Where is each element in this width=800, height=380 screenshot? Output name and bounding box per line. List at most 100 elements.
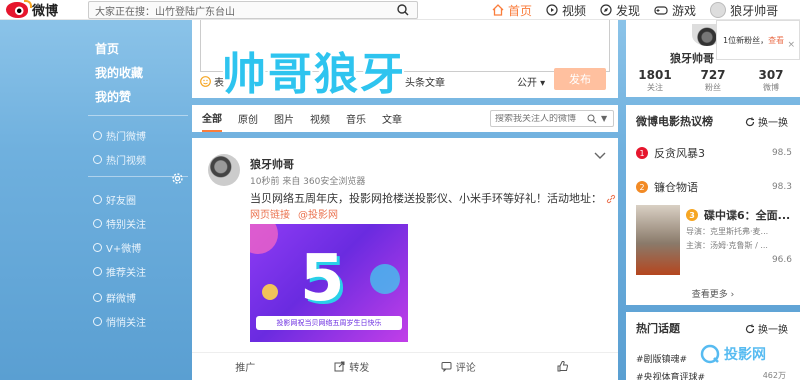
movie-refresh-button[interactable]: 换一换 xyxy=(745,114,788,129)
tab-original[interactable]: 原创 xyxy=(238,105,258,132)
movie-item-featured[interactable]: 3 碟中谍6：全面... 导演：克里斯托弗·麦... 主演：汤姆·克鲁斯 / .… xyxy=(686,207,796,251)
leftnav-hot-video[interactable]: 热门视频 xyxy=(93,152,146,167)
mention-link[interactable]: @投影网 xyxy=(298,206,338,221)
nav-discover[interactable]: 发现 xyxy=(600,2,640,19)
search-icon[interactable] xyxy=(397,4,409,16)
leftnav-group-special[interactable]: 特别关注 xyxy=(93,216,146,231)
publish-scope-dropdown[interactable]: 公开 ▾ xyxy=(517,74,545,89)
leftnav-likes[interactable]: 我的赞 xyxy=(95,88,131,105)
top-bar: 微博 首页 视频 发现 xyxy=(0,0,800,20)
new-follower-notice: 1位新粉丝，查看 × xyxy=(716,20,800,60)
article-tool[interactable]: 头条文章 xyxy=(405,74,445,89)
emoji-tool[interactable]: 表 xyxy=(200,74,224,89)
user-avatar xyxy=(710,2,727,18)
nav-home-label: 首页 xyxy=(508,3,533,18)
search-input[interactable] xyxy=(95,4,385,16)
quiet-icon xyxy=(93,317,102,326)
nav-game[interactable]: 游戏 xyxy=(654,2,696,19)
post-image[interactable]: 5 投影网祝当贝网络五周岁生日快乐 xyxy=(250,224,408,342)
leftnav-group-friends[interactable]: 好友圈 xyxy=(93,192,136,207)
movie-item[interactable]: 2 镰仓物语 98.3 xyxy=(636,179,792,195)
post-author[interactable]: 狼牙帅哥 xyxy=(250,156,294,172)
nav-video[interactable]: 视频 xyxy=(546,2,586,19)
leftnav-group-label: 推荐关注 xyxy=(106,268,146,279)
weibo-logo[interactable]: 微博 xyxy=(6,0,86,19)
recommend-icon xyxy=(93,267,102,276)
publish-label: 发布 xyxy=(569,73,591,86)
scope-label: 公开 xyxy=(517,78,537,89)
tab-video[interactable]: 视频 xyxy=(310,105,330,132)
hot-refresh-button[interactable]: 换一换 xyxy=(745,321,788,336)
chevron-down-icon[interactable]: ▼ xyxy=(601,114,607,123)
promote-label: 推广 xyxy=(235,363,256,374)
tab-music[interactable]: 音乐 xyxy=(346,105,366,132)
hot-topic-item[interactable]: #央视体育评球# xyxy=(636,370,705,380)
repost-button[interactable]: 转发 xyxy=(299,359,406,374)
notice-text: 1位新粉丝， xyxy=(723,36,769,45)
tab-articles[interactable]: 文章 xyxy=(382,105,402,132)
post-body: 当贝网络五周年庆，投影网抢楼送投影仪、小米手环等好礼！活动地址： xyxy=(250,192,602,205)
watermark: 投影网 xyxy=(700,342,800,366)
leftnav-favorites[interactable]: 我的收藏 xyxy=(95,64,143,81)
smiley-icon xyxy=(200,76,211,87)
see-more-link[interactable]: 查看更多 › xyxy=(626,287,800,300)
leftnav-group-vplus[interactable]: V+微博 xyxy=(93,240,142,255)
publish-button[interactable]: 发布 xyxy=(554,68,606,90)
gear-icon[interactable] xyxy=(172,173,183,184)
nav-user[interactable]: 狼牙帅哥 xyxy=(710,2,778,19)
rank-badge: 1 xyxy=(636,147,648,159)
decor-blob xyxy=(370,264,400,294)
hot-topic-item[interactable]: #剧版镇魂# xyxy=(636,352,687,365)
search-box[interactable] xyxy=(88,1,418,19)
movie-poster[interactable] xyxy=(636,205,680,275)
post-avatar[interactable] xyxy=(208,154,240,186)
video-icon xyxy=(546,4,558,16)
post-links: 网页链接 @投影网 xyxy=(250,206,338,221)
hot-video-icon xyxy=(93,155,102,164)
tab-images[interactable]: 图片 xyxy=(274,105,294,132)
comment-label: 评论 xyxy=(455,363,476,374)
article-tool-label: 头条文章 xyxy=(405,78,445,89)
top-nav: 首页 视频 发现 游戏 狼牙帅哥 xyxy=(492,0,792,20)
web-link[interactable]: 网页链接 xyxy=(250,206,290,221)
profile-name[interactable]: 狼牙帅哥 xyxy=(670,50,714,66)
movie-name: 反贪风暴3 xyxy=(654,147,705,160)
movie-name: 镰仓物语 xyxy=(654,181,698,194)
leftnav-home[interactable]: 首页 xyxy=(95,40,119,57)
movie-item[interactable]: 1 反贪风暴3 98.5 xyxy=(636,145,792,161)
refresh-icon xyxy=(745,117,755,126)
feed-tabs: 全部 原创 图片 视频 音乐 文章 ▼ xyxy=(192,105,618,132)
stat-followers[interactable]: 727 粉丝 xyxy=(684,68,742,93)
home-icon xyxy=(492,4,504,16)
leftnav-group-label: V+微博 xyxy=(106,244,142,255)
feed-search[interactable]: ▼ xyxy=(490,110,614,127)
close-icon[interactable]: × xyxy=(787,40,795,50)
repost-icon xyxy=(334,361,345,372)
chevron-down-icon[interactable] xyxy=(594,152,606,160)
tab-all[interactable]: 全部 xyxy=(202,105,222,132)
leftnav-hot-weibo[interactable]: 热门微博 xyxy=(93,128,146,143)
post-meta: 10秒前 来自 360安全浏览器 xyxy=(250,177,366,187)
special-icon xyxy=(93,219,102,228)
stat-following[interactable]: 1801 关注 xyxy=(626,68,684,93)
comment-button[interactable]: 评论 xyxy=(405,359,512,374)
compass-icon xyxy=(600,4,612,16)
movie-score: 98.5 xyxy=(771,148,792,158)
nav-home[interactable]: 首页 xyxy=(492,2,532,19)
leftnav-group-label: 特别关注 xyxy=(106,220,146,231)
decor-blob xyxy=(262,284,278,300)
leftnav-group-quiet[interactable]: 悄悄关注 xyxy=(93,314,146,329)
stat-label: 关注 xyxy=(647,83,663,92)
stat-posts[interactable]: 307 微博 xyxy=(742,68,800,93)
feed-search-input[interactable] xyxy=(491,113,587,124)
notice-link[interactable]: 查看 xyxy=(768,36,784,45)
movie-ranking-title: 微博电影热议榜 xyxy=(636,115,713,128)
group-icon xyxy=(93,293,102,302)
search-icon[interactable] xyxy=(587,114,597,124)
promote-button[interactable]: 推广 xyxy=(192,359,299,374)
image-banner: 投影网祝当贝网络五周岁生日快乐 xyxy=(256,316,402,330)
leftnav-group-recommend[interactable]: 推荐关注 xyxy=(93,264,146,279)
like-button[interactable] xyxy=(512,361,619,372)
leftnav-group-groups[interactable]: 群微博 xyxy=(93,290,136,305)
profile-stats: 1801 关注 727 粉丝 307 微博 xyxy=(626,68,800,93)
